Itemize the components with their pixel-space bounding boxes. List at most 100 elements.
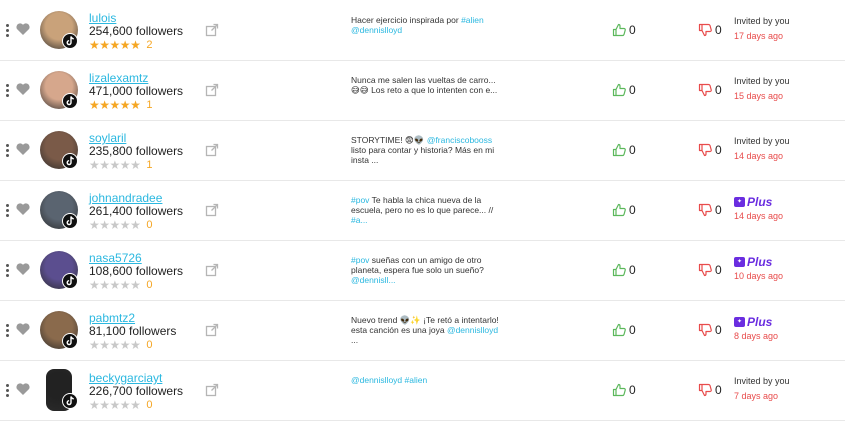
dislike-button[interactable]: 0 — [698, 23, 722, 37]
heart-icon[interactable] — [15, 21, 31, 37]
creator-info: lizalexamtz 471,000 followers ★ ★ ★ ★ ★ 1 — [89, 72, 209, 111]
follower-count: 261,400 followers — [89, 204, 184, 218]
follower-count: 108,600 followers — [89, 264, 184, 278]
invite-status: ✦ Plus 14 days ago — [734, 194, 839, 224]
like-count: 0 — [629, 143, 636, 157]
dislike-button[interactable]: 0 — [698, 263, 722, 277]
hashtag-mention[interactable]: #alien — [461, 15, 484, 25]
post-description: @dennislloyd #alien — [351, 375, 501, 385]
creator-info: beckygarciayt 226,700 followers ★ ★ ★ ★ ★ 0 — [89, 372, 209, 411]
star-icon: ★ — [130, 217, 141, 232]
dislike-count: 0 — [715, 203, 722, 217]
like-button[interactable]: 0 — [612, 23, 636, 37]
dislike-button[interactable]: 0 — [698, 143, 722, 157]
star-icon: ★ — [89, 277, 100, 292]
kebab-menu-icon[interactable] — [3, 200, 11, 220]
follower-count: 81,100 followers — [89, 324, 177, 338]
invited-label: Invited by you — [734, 76, 790, 86]
external-link-icon[interactable] — [205, 263, 219, 277]
thumbs-down-icon — [698, 323, 712, 337]
thumbs-down-icon — [698, 143, 712, 157]
list-item: lulois 254,600 followers ★ ★ ★ ★ ★ 2 Hacer ejerc… — [0, 1, 845, 61]
like-button[interactable]: 0 — [612, 383, 636, 397]
hashtag-mention[interactable]: #a... — [351, 215, 368, 225]
creator-list: lulois 254,600 followers ★ ★ ★ ★ ★ 2 Hacer ejerc… — [0, 0, 845, 426]
like-count: 0 — [629, 203, 636, 217]
plus-logo-icon: ✦ — [734, 316, 745, 327]
star-rating: ★ ★ ★ ★ ★ 0 — [89, 398, 209, 411]
hashtag-mention[interactable]: #pov — [351, 195, 369, 205]
invite-status: Invited by you 7 days ago — [734, 374, 839, 404]
kebab-menu-icon[interactable] — [3, 260, 11, 280]
star-icon: ★ — [119, 157, 131, 172]
kebab-menu-icon[interactable] — [3, 380, 11, 400]
follower-count: 254,600 followers — [89, 24, 184, 38]
description-text: ... — [351, 335, 359, 345]
star-icon: ★ — [99, 397, 110, 412]
rating-count: 0 — [146, 278, 153, 291]
hashtag-mention[interactable]: @dennislloyd — [351, 25, 402, 35]
kebab-menu-icon[interactable] — [3, 80, 11, 100]
like-button[interactable]: 0 — [612, 83, 636, 97]
like-button[interactable]: 0 — [612, 263, 636, 277]
heart-icon[interactable] — [15, 321, 31, 337]
star-icon: ★ — [99, 97, 110, 112]
star-icon: ★ — [99, 37, 110, 52]
invite-status: Invited by you 17 days ago — [734, 14, 839, 44]
external-link-icon[interactable] — [205, 323, 219, 337]
star-icon: ★ — [89, 157, 100, 172]
external-link-icon[interactable] — [205, 143, 219, 157]
star-icon: ★ — [109, 217, 121, 232]
dislike-button[interactable]: 0 — [698, 203, 722, 217]
hashtag-mention[interactable]: @dennislloyd #alien — [351, 375, 427, 385]
kebab-menu-icon[interactable] — [3, 20, 11, 40]
hashtag-mention[interactable]: @dennislloyd — [447, 325, 498, 335]
rating-count: 2 — [146, 38, 153, 51]
like-button[interactable]: 0 — [612, 203, 636, 217]
creator-info: johnandradee 261,400 followers ★ ★ ★ ★ ★ 0 — [89, 192, 209, 231]
list-item: johnandradee 261,400 followers ★ ★ ★ ★ ★ 0 #pov … — [0, 181, 845, 241]
external-link-icon[interactable] — [205, 23, 219, 37]
invited-label: Invited by you — [734, 16, 790, 26]
like-button[interactable]: 0 — [612, 323, 636, 337]
star-icon: ★ — [119, 217, 131, 232]
rating-count: 0 — [146, 398, 153, 411]
star-rating: ★ ★ ★ ★ ★ 2 — [89, 38, 209, 51]
dislike-button[interactable]: 0 — [698, 323, 722, 337]
tiktok-icon — [62, 333, 78, 349]
thumbs-up-icon — [612, 383, 626, 397]
invited-label: Invited by you — [734, 136, 790, 146]
heart-icon[interactable] — [15, 261, 31, 277]
description-text: Hacer ejercicio inspirada por — [351, 15, 462, 25]
tiktok-icon — [62, 93, 78, 109]
dislike-count: 0 — [715, 23, 722, 37]
external-link-icon[interactable] — [205, 203, 219, 217]
hashtag-mention[interactable]: @dennisll... — [351, 275, 396, 285]
plus-badge: ✦ Plus — [734, 314, 839, 329]
heart-icon[interactable] — [15, 141, 31, 157]
star-rating: ★ ★ ★ ★ ★ 0 — [89, 278, 209, 291]
thumbs-down-icon — [698, 263, 712, 277]
kebab-menu-icon[interactable] — [3, 140, 11, 160]
hashtag-mention[interactable]: @franciscobooss — [427, 135, 492, 145]
heart-icon[interactable] — [15, 81, 31, 97]
dislike-button[interactable]: 0 — [698, 83, 722, 97]
thumbs-up-icon — [612, 143, 626, 157]
kebab-menu-icon[interactable] — [3, 320, 11, 340]
hashtag-mention[interactable]: #pov — [351, 255, 369, 265]
rating-count: 1 — [146, 98, 153, 111]
star-icon: ★ — [89, 337, 100, 352]
dislike-button[interactable]: 0 — [698, 383, 722, 397]
external-link-icon[interactable] — [205, 383, 219, 397]
star-rating: ★ ★ ★ ★ ★ 0 — [89, 218, 209, 231]
plus-label: Plus — [747, 314, 773, 329]
star-icon: ★ — [119, 277, 131, 292]
time-ago: 10 days ago — [734, 271, 784, 281]
heart-icon[interactable] — [15, 201, 31, 217]
external-link-icon[interactable] — [205, 83, 219, 97]
star-icon: ★ — [109, 337, 121, 352]
like-button[interactable]: 0 — [612, 143, 636, 157]
rating-count: 1 — [146, 158, 153, 171]
heart-icon[interactable] — [15, 381, 31, 397]
list-item: soylaril 235,800 followers ★ ★ ★ ★ ★ 1 STORYTIME… — [0, 121, 845, 181]
